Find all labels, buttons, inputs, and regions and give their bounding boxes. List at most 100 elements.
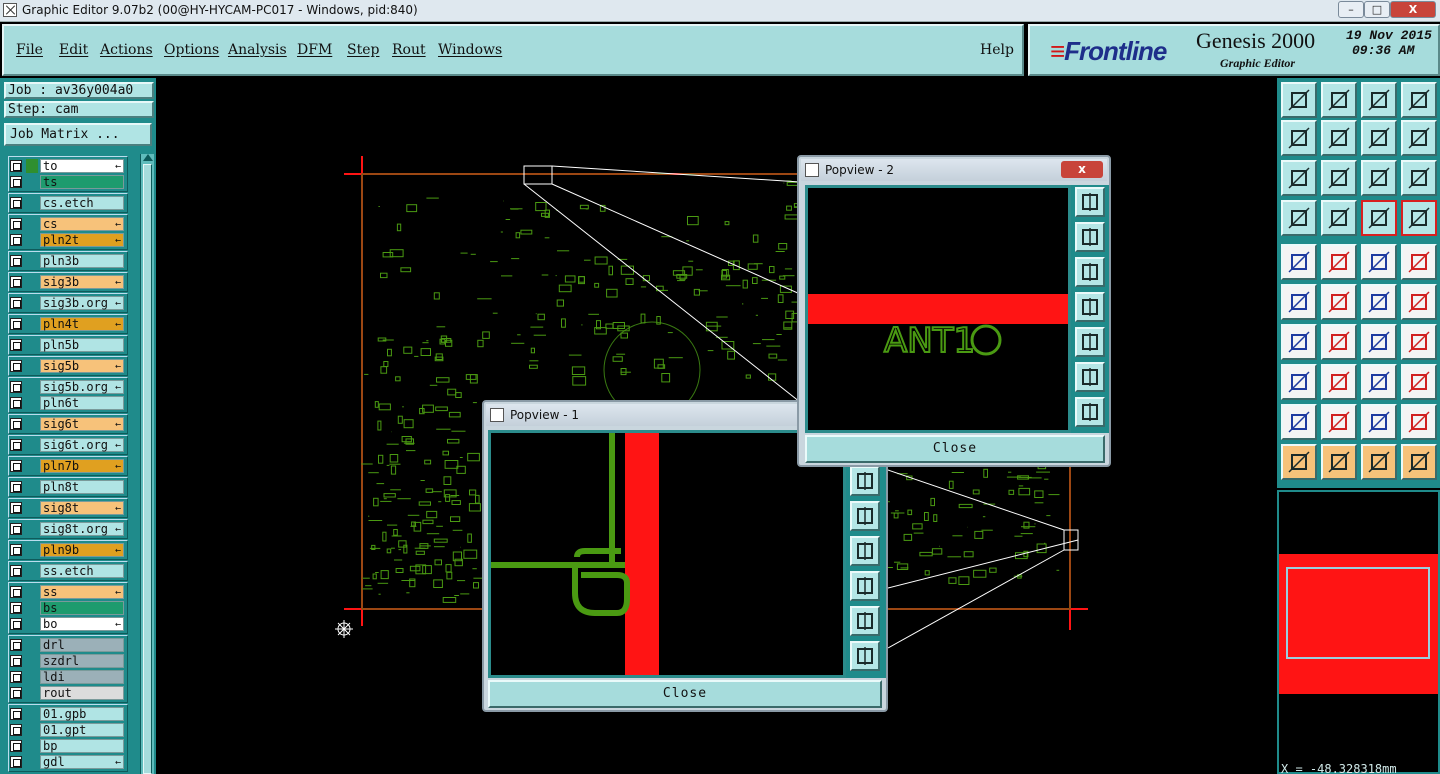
pan-up-button[interactable] [850,466,880,496]
layer-checkbox[interactable] [10,218,22,230]
layer-name[interactable]: sig3b.org ← [40,296,124,310]
layer-checkbox[interactable] [10,397,22,409]
layer-checkbox[interactable] [10,502,22,514]
layer-checkbox[interactable] [10,618,22,630]
layer-name[interactable]: bp [40,739,124,753]
layer-row[interactable]: sig8t ← [4,500,138,516]
layer-row[interactable]: bp [4,738,138,754]
move-right-tool-button[interactable] [1321,120,1357,156]
job-matrix-button[interactable]: Job Matrix ... [4,123,152,146]
layer-checkbox[interactable] [10,671,22,683]
layer-checkbox[interactable] [10,197,22,209]
select-box-tool-button[interactable] [1321,444,1357,480]
layer-row[interactable]: pln9b ← [4,542,138,558]
pan-down-button[interactable] [1075,257,1105,287]
scale-tool-button[interactable] [1361,160,1397,196]
popview-1-view[interactable] [488,430,846,678]
layer-name[interactable]: cs.etch [40,196,124,210]
layer-name[interactable]: bs [40,601,124,615]
popview-2-view[interactable]: ANT1 [805,185,1071,433]
select-circle-tool-button[interactable] [1361,444,1397,480]
menu-windows[interactable]: Windows [438,42,502,58]
layer-name[interactable]: pln3b [40,254,124,268]
layer-list-scrollbar[interactable] [140,154,154,774]
help-tool-button[interactable] [1401,160,1437,196]
expand-tool-button[interactable] [1281,160,1317,196]
layer-name[interactable]: sig5b.org ← [40,380,124,394]
layer-name[interactable]: drl [40,638,124,652]
zoom-in-button[interactable] [1075,362,1105,392]
layer-checkbox[interactable] [10,565,22,577]
pan-left-button[interactable] [1075,292,1105,322]
move-up-tool-button[interactable] [1281,82,1317,118]
layer-checkbox[interactable] [10,339,22,351]
layers-tool-button[interactable] [1401,200,1437,236]
tools-tool-button[interactable] [1281,200,1317,236]
layer-name[interactable]: gdl ← [40,755,124,769]
layer-checkbox[interactable] [10,439,22,451]
layer-name[interactable]: pln4t ← [40,317,124,331]
layer-checkbox[interactable] [10,481,22,493]
menu-step[interactable]: Step [347,42,379,58]
layer-name[interactable]: sig6t.org ← [40,438,124,452]
layer-checkbox[interactable] [10,756,22,768]
maximize-button[interactable]: □ [1364,1,1390,18]
layer-checkbox[interactable] [10,297,22,309]
layer-checkbox[interactable] [10,360,22,372]
layer-name[interactable]: sig3b ← [40,275,124,289]
pad-tool-button[interactable] [1281,244,1317,280]
menu-analysis[interactable]: Analysis [228,42,287,58]
move-left-tool-button[interactable] [1281,120,1317,156]
layer-name[interactable]: sig8t.org ← [40,522,124,536]
popview-2-close-x-button[interactable]: x [1061,161,1103,178]
ruler-tool-button[interactable] [1361,244,1397,280]
layer-row[interactable]: to ← [4,158,138,174]
layer-row[interactable]: cs ← [4,216,138,232]
layer-checkbox[interactable] [10,740,22,752]
layer-row[interactable]: bo ← [4,616,138,632]
popview-1-close-button[interactable]: Close [488,680,882,708]
layer-name[interactable]: pln9b ← [40,543,124,557]
grid-tool-button[interactable] [1321,200,1357,236]
popview-2-titlebar[interactable]: Popview - 2 x [801,159,1107,181]
layer-row[interactable]: ldi [4,669,138,685]
triangle-up-tool-button[interactable] [1321,404,1357,440]
menu-help[interactable]: Help [980,42,1014,58]
layer-row[interactable]: 01.gpb [4,706,138,722]
layer-checkbox[interactable] [10,602,22,614]
cross-tool-button[interactable] [1321,284,1357,320]
connect-tool-button[interactable] [1281,284,1317,320]
layer-row[interactable]: pln3b [4,253,138,269]
layer-checkbox[interactable] [10,523,22,535]
close-window-button[interactable]: X [1390,1,1436,18]
zoom-in-button[interactable] [850,606,880,636]
layer-name[interactable]: bo ← [40,617,124,631]
zoom-fit-button[interactable] [1075,187,1105,217]
arch-down-tool-button[interactable] [1401,404,1437,440]
layer-name[interactable]: to ← [40,159,124,173]
pan-right-button[interactable] [1075,327,1105,357]
popview-2-window[interactable]: Popview - 2 x ANT1 Close [797,155,1111,467]
layer-checkbox[interactable] [10,724,22,736]
arrow-dot-tool-button[interactable] [1401,284,1437,320]
popview-2-close-button[interactable]: Close [805,435,1105,463]
pad-move-tool-button[interactable] [1281,364,1317,400]
line-tool-button[interactable] [1321,244,1357,280]
layer-name[interactable]: sig6t ← [40,417,124,431]
layer-name[interactable]: 01.gpt [40,723,124,737]
layer-color-swatch[interactable] [26,159,38,173]
layer-checkbox[interactable] [10,234,22,246]
layer-row[interactable]: rout [4,685,138,701]
layer-row[interactable]: sig5b.org ← [4,379,138,395]
slant-tool-button[interactable] [1321,324,1357,360]
layer-row[interactable]: pln4t ← [4,316,138,332]
menu-file[interactable]: File [16,42,43,58]
layer-checkbox[interactable] [10,655,22,667]
layer-row[interactable]: 01.gpt [4,722,138,738]
layer-name[interactable]: pln5b [40,338,124,352]
select-path-tool-button[interactable] [1401,444,1437,480]
layer-name[interactable]: cs ← [40,217,124,231]
menu-edit[interactable]: Edit [59,42,88,58]
layer-row[interactable]: sig6t.org ← [4,437,138,453]
layer-checkbox[interactable] [10,176,22,188]
